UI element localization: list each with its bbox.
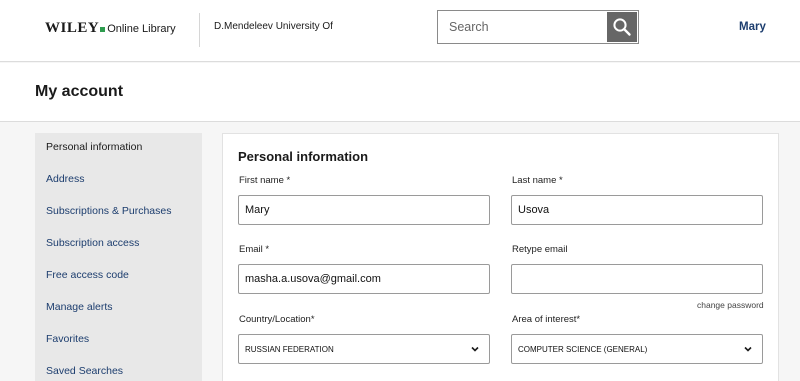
user-menu-link[interactable]: Mary [739, 21, 766, 33]
page-title: My account [35, 83, 124, 100]
title-band: My account [0, 63, 800, 122]
change-password-link[interactable]: change password [697, 300, 764, 310]
search-button[interactable] [607, 12, 637, 42]
sidebar-item-saved-searches[interactable]: Saved Searches [46, 365, 123, 377]
retype-email-field [511, 264, 763, 294]
header-divider [199, 13, 200, 47]
area-of-interest-label: Area of interest* [512, 314, 581, 325]
email-label: Email * [239, 244, 270, 255]
first-name-label: First name * [239, 175, 291, 186]
chevron-down-icon [744, 346, 752, 352]
sidebar-item-personal-information[interactable]: Personal information [46, 141, 142, 153]
area-of-interest-select[interactable]: COMPUTER SCIENCE (GENERAL) [511, 334, 763, 364]
search-input[interactable] [438, 11, 606, 43]
area-of-interest-select-value: COMPUTER SCIENCE (GENERAL) [518, 345, 648, 354]
logo-subtitle: Online Library [107, 23, 176, 35]
wiley-logo[interactable]: WILEY Online Library [45, 20, 176, 37]
sidebar-item-subscriptions-purchases[interactable]: Subscriptions & Purchases [46, 205, 171, 217]
last-name-label: Last name * [512, 175, 563, 186]
sidebar-item-favorites[interactable]: Favorites [46, 333, 89, 345]
sidebar-item-free-access-code[interactable]: Free access code [46, 269, 129, 281]
email-input[interactable] [239, 265, 489, 293]
country-select[interactable]: RUSSIAN FEDERATION [238, 334, 490, 364]
top-header: WILEY Online Library D.Mendeleev Univers… [0, 0, 800, 62]
account-sidebar: Personal information Address Subscriptio… [35, 133, 202, 381]
retype-email-label: Retype email [512, 244, 568, 255]
personal-information-panel: Personal information First name * Last n… [222, 133, 779, 381]
institution-name: D.Mendeleev University Of [214, 21, 333, 32]
logo-brand: WILEY [45, 20, 100, 36]
first-name-field [238, 195, 490, 225]
sidebar-item-address[interactable]: Address [46, 173, 85, 185]
last-name-field [511, 195, 763, 225]
section-title: Personal information [238, 149, 369, 164]
email-field [238, 264, 490, 294]
chevron-down-icon [471, 346, 479, 352]
last-name-input[interactable] [512, 196, 762, 224]
search-icon [613, 18, 631, 36]
sidebar-item-subscription-access[interactable]: Subscription access [46, 237, 139, 249]
search-box [437, 10, 639, 44]
country-label: Country/Location* [239, 314, 315, 325]
sidebar-item-manage-alerts[interactable]: Manage alerts [46, 301, 113, 313]
first-name-input[interactable] [239, 196, 489, 224]
retype-email-input[interactable] [512, 265, 762, 293]
logo-dot-icon [100, 27, 106, 32]
country-select-value: RUSSIAN FEDERATION [245, 345, 334, 354]
